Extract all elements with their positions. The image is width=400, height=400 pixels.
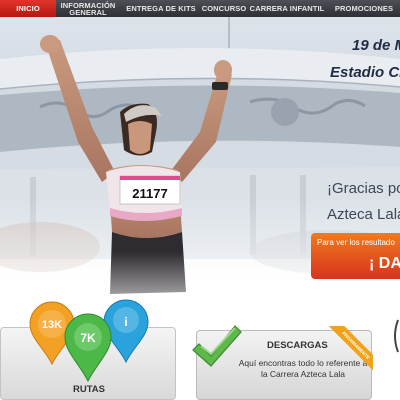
runner-photo: 21177 — [40, 35, 232, 330]
nav-item-concurso-label: CONCURSO — [201, 4, 247, 13]
nav-item-promociones-label: PROMOCIONES — [334, 4, 394, 13]
partial-panel-edge — [394, 319, 399, 353]
results-cta: ¡ DA C — [369, 255, 400, 272]
routes-title: RUTAS — [72, 384, 106, 395]
route-pins: 13K i 7K — [29, 299, 149, 383]
thanks-message-line-1: ¡Gracias po — [327, 180, 400, 197]
event-date: 19 de M — [352, 37, 400, 54]
coming-soon-label: PROXIMAMENTE — [327, 326, 373, 372]
13k-pin-label: 13K — [42, 319, 62, 331]
download-arrow-icon — [192, 325, 242, 367]
nav-item-promociones[interactable]: PROMOCIONES — [328, 0, 400, 17]
nav-item-entrega-kits[interactable]: ENTREGA DE KITS — [120, 0, 202, 17]
nav-item-informacion-label-2: GENERAL — [69, 7, 107, 17]
coming-soon-ribbon: PROXIMAMENTE — [327, 326, 373, 372]
nav-item-concurso[interactable]: CONCURSO — [202, 0, 246, 17]
hero-banner: 21177 19 de M Estadio Ci ¡Gracias po Azt… — [0, 17, 400, 330]
bib-number: 21177 — [132, 186, 167, 201]
event-venue: Estadio Ci — [330, 64, 400, 81]
thanks-message-line-2: Azteca Lala — [327, 206, 400, 223]
7k-pin-label: 7K — [80, 331, 96, 345]
results-button[interactable]: Para ver los resultado ¡ DA C — [311, 233, 400, 279]
downloads-title: DESCARGAS — [267, 340, 328, 351]
nav-item-carrera-infantil-label: CARRERA INFANTIL — [249, 4, 325, 13]
7k-pin-icon[interactable]: 7K — [64, 313, 112, 383]
results-label: Para ver los resultado — [317, 238, 395, 247]
nav-item-carrera-infantil[interactable]: CARRERA INFANTIL — [246, 0, 328, 17]
nav-item-inicio[interactable]: INICIO — [0, 0, 56, 17]
nav-item-entrega-kits-label: ENTREGA DE KITS — [126, 4, 196, 13]
main-nav: INICIO INFORMACIÓN GENERAL ENTREGA DE KI… — [0, 0, 400, 17]
nav-item-inicio-label: INICIO — [16, 4, 40, 13]
accessibility-pin-label: i — [124, 315, 127, 329]
nav-item-informacion-general[interactable]: INFORMACIÓN GENERAL — [56, 0, 120, 17]
